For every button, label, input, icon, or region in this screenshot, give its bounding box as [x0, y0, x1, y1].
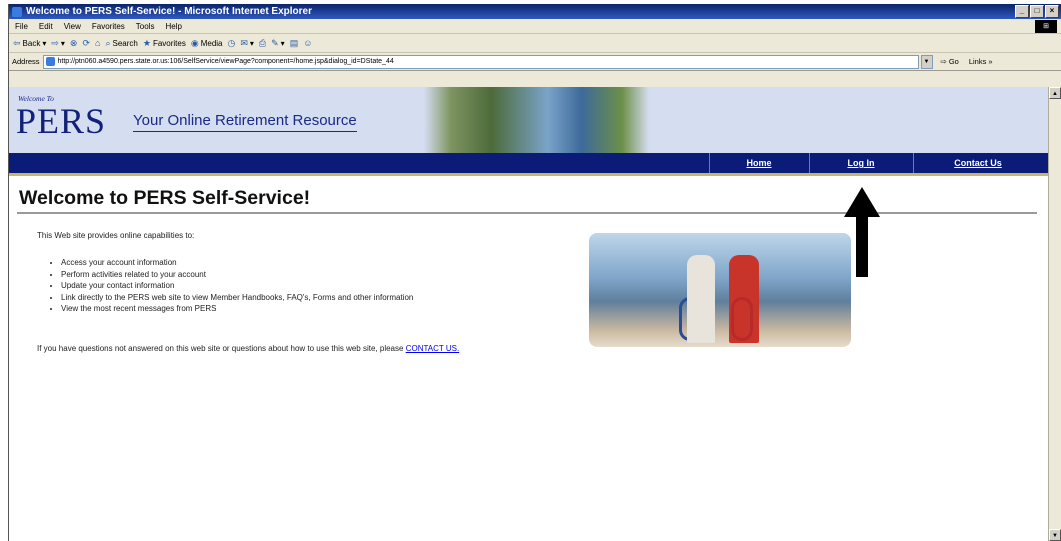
banner-landscape-image	[424, 87, 649, 153]
dropdown-icon: ▾	[60, 38, 65, 48]
mail-button[interactable]: ✉ ▾	[240, 38, 254, 49]
go-arrow-icon: ⇨	[940, 57, 947, 66]
contact-us-link[interactable]: CONTACT US.	[406, 344, 459, 353]
home-button[interactable]: ⌂	[95, 38, 100, 48]
print-button[interactable]: ⎙	[259, 38, 266, 49]
page-content: Welcome To PERS Your Online Retirement R…	[9, 87, 1049, 541]
refresh-button[interactable]: ⟳	[82, 38, 90, 49]
title-divider	[17, 212, 1037, 214]
window-title: Welcome to PERS Self-Service! - Microsof…	[26, 6, 312, 17]
dropdown-icon: ▾	[249, 38, 254, 48]
scroll-down-icon[interactable]: ▼	[1049, 529, 1061, 541]
menu-tools[interactable]: Tools	[136, 22, 155, 31]
forward-arrow-icon: ⇨	[51, 37, 59, 48]
stop-icon: ⊗	[69, 37, 78, 48]
toolbar: ⇦ Back ▾ ⇨ ▾ ⊗ ⟳ ⌂ ⌕ Search ★ Favorites ◉ Medi…	[9, 34, 1061, 53]
media-button[interactable]: ◉ Media	[191, 38, 223, 49]
person-shape	[687, 255, 715, 343]
nav-login-link[interactable]: Log In	[809, 153, 913, 173]
list-item: Link directly to the PERS web site to vi…	[61, 292, 413, 304]
edit-icon: ✎	[271, 37, 279, 48]
menu-help[interactable]: Help	[165, 22, 181, 31]
discuss-icon: ▤	[289, 37, 299, 48]
site-tagline: Your Online Retirement Resource	[133, 112, 357, 132]
browser-window: Welcome to PERS Self-Service! - Microsof…	[8, 4, 1061, 541]
favorites-icon: ★	[142, 37, 151, 48]
forward-button[interactable]: ⇨ ▾	[51, 38, 65, 49]
search-icon: ⌕	[105, 37, 111, 48]
media-icon: ◉	[190, 37, 199, 48]
history-button[interactable]: ◷	[228, 38, 236, 49]
capabilities-list: Access your account information Perform …	[47, 257, 413, 315]
menu-edit[interactable]: Edit	[39, 22, 53, 31]
menu-favorites[interactable]: Favorites	[92, 22, 125, 31]
menu-view[interactable]: View	[64, 22, 81, 31]
list-item: Access your account information	[61, 257, 413, 269]
scroll-up-icon[interactable]: ▲	[1049, 87, 1061, 99]
menu-bar: File Edit View Favorites Tools Help ⊞	[9, 19, 1061, 34]
search-button[interactable]: ⌕ Search	[105, 38, 137, 49]
back-arrow-icon: ⇦	[13, 37, 21, 48]
menu-file[interactable]: File	[15, 22, 28, 31]
help-text: If you have questions not answered on th…	[37, 344, 459, 353]
pers-logo[interactable]: PERS	[16, 100, 106, 142]
ie-icon	[12, 6, 22, 17]
dropdown-icon: ▾	[280, 38, 285, 48]
help-sentence: If you have questions not answered on th…	[37, 344, 404, 353]
page-title: Welcome to PERS Self-Service!	[19, 187, 311, 209]
list-item: Perform activities related to your accou…	[61, 269, 413, 281]
address-bar: Address http://ptn060.a4590.pers.state.o…	[9, 53, 1061, 71]
vertical-scrollbar[interactable]: ▲ ▼	[1048, 87, 1061, 541]
windows-logo-icon: ⊞	[1035, 20, 1057, 33]
links-label: Links	[968, 57, 987, 66]
back-label: Back	[22, 38, 41, 48]
couple-biking-photo	[589, 233, 851, 347]
search-label: Search	[112, 38, 138, 48]
go-label: Go	[948, 57, 959, 66]
list-item: View the most recent messages from PERS	[61, 303, 413, 315]
title-bar: Welcome to PERS Self-Service! - Microsof…	[9, 4, 1061, 19]
history-icon: ◷	[227, 37, 236, 48]
address-input[interactable]: http://ptn060.a4590.pers.state.or.us:106…	[42, 54, 919, 69]
page-icon	[45, 57, 55, 66]
address-dropdown-icon[interactable]: ▼	[920, 54, 933, 69]
back-button[interactable]: ⇦ Back ▾	[13, 38, 46, 49]
nav-bar: Home Log In Contact Us	[9, 153, 1049, 176]
intro-text: This Web site provides online capabiliti…	[37, 231, 195, 240]
mail-icon: ✉	[240, 37, 248, 48]
edit-button[interactable]: ✎ ▾	[271, 38, 285, 49]
address-url: http://ptn060.a4590.pers.state.or.us:106…	[57, 58, 394, 65]
close-button[interactable]: ×	[1045, 5, 1059, 18]
discuss-button[interactable]: ▤	[290, 38, 299, 49]
site-banner: Welcome To PERS Your Online Retirement R…	[9, 87, 1049, 153]
print-icon: ⎙	[258, 37, 267, 48]
go-button[interactable]: ⇨ Go	[941, 57, 959, 66]
dropdown-icon: ▾	[42, 38, 47, 48]
list-item: Update your contact information	[61, 280, 413, 292]
links-button[interactable]: Links »	[969, 57, 993, 66]
favorites-label: Favorites	[152, 38, 186, 48]
messenger-button[interactable]: ☺	[303, 38, 312, 48]
address-label: Address	[12, 57, 40, 66]
minimize-button[interactable]: _	[1015, 5, 1029, 18]
bicycle-shape	[731, 297, 753, 341]
messenger-icon: ☺	[303, 38, 313, 48]
home-icon: ⌂	[95, 38, 101, 48]
favorites-button[interactable]: ★ Favorites	[143, 38, 186, 49]
media-label: Media	[200, 38, 223, 48]
annotation-arrow-icon	[844, 187, 880, 277]
refresh-icon: ⟳	[82, 37, 91, 48]
maximize-button[interactable]: □	[1030, 5, 1044, 18]
nav-home-link[interactable]: Home	[709, 153, 809, 173]
nav-contact-link[interactable]: Contact Us	[913, 153, 1043, 173]
stop-button[interactable]: ⊗	[70, 38, 78, 49]
